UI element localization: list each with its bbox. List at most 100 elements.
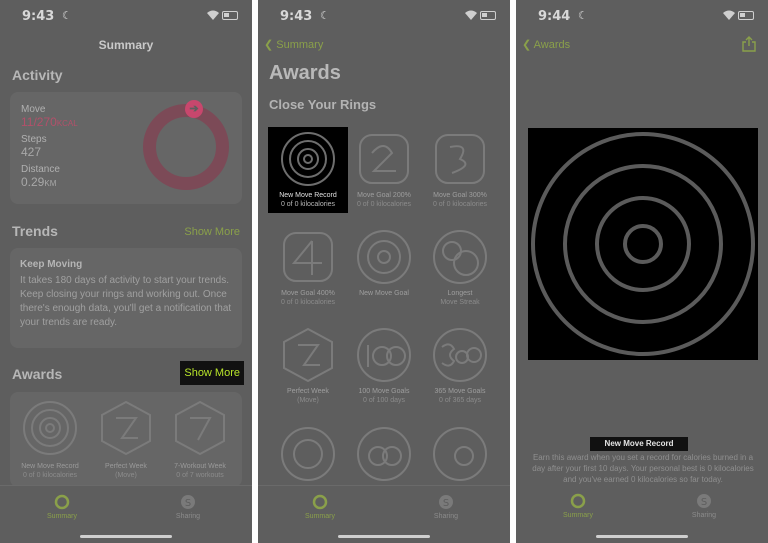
tab-sharing[interactable]: S Sharing <box>674 493 734 519</box>
tab-summary[interactable]: Summary <box>290 494 350 520</box>
status-time: 9:43 <box>280 9 313 24</box>
back-button[interactable]: ❮ Summary <box>264 38 323 51</box>
sharing-icon: S <box>439 495 453 509</box>
summary-screen: 9:43 ☾ Summary Activity Move 11/270KCAL … <box>0 0 252 543</box>
award-detail-screen: 9:44 ☾ ❮ Awards New Move Record Earn thi… <box>516 0 768 543</box>
award-caption: New Move Goal <box>359 290 409 297</box>
badge-caption: Perfect Week (Move) <box>105 463 147 479</box>
tab-bar: Summary S Sharing <box>0 485 252 543</box>
battery-icon <box>480 11 496 20</box>
chevron-left-icon: ❮ <box>264 39 274 51</box>
wifi-icon <box>207 10 219 20</box>
trends-card: Keep Moving It takes 180 days of activit… <box>10 248 242 348</box>
award-move-goal-400[interactable]: Move Goal 400% 0 of 0 kilocalories <box>268 225 348 311</box>
move-label: Move <box>21 104 46 115</box>
award-move-goal-300[interactable]: Move Goal 300% 0 of 0 kilocalories <box>420 127 500 213</box>
nav-title: Summary <box>98 38 154 52</box>
status-bar: 9:43 ☾ <box>258 0 510 34</box>
svg-text:S: S <box>443 498 449 509</box>
new-move-record-badge-icon <box>281 132 335 186</box>
move-goal-200-badge-icon <box>359 134 409 184</box>
award-title: New Move Record <box>590 437 688 451</box>
100-move-goals-badge-icon <box>357 328 411 382</box>
tab-summary[interactable]: Summary <box>32 494 92 520</box>
battery-icon <box>222 11 238 20</box>
battery-icon <box>738 11 754 20</box>
badge-caption: 7-Workout Week 0 of 7 workouts <box>174 463 226 479</box>
status-bar: 9:44 ☾ <box>516 0 768 34</box>
awards-screen: 9:43 ☾ ❮ Summary Awards Close Your Rings… <box>258 0 510 543</box>
tab-bar: Summary S Sharing <box>516 485 768 543</box>
award-new-move-goal[interactable]: New Move Goal <box>344 225 424 311</box>
activity-card[interactable]: Move 11/270KCAL Steps 427 Distance 0.29K… <box>10 92 242 204</box>
status-time: 9:43 <box>22 9 55 24</box>
moon-icon: ☾ <box>578 10 588 22</box>
award-100-move-goals[interactable]: 100 Move Goals 0 of 100 days <box>344 323 424 409</box>
award-caption: Move Goal 400% 0 of 0 kilocalories <box>280 290 336 306</box>
badge-caption: New Move Record 0 of 0 kilocalories <box>21 463 79 479</box>
tab-sharing[interactable]: S Sharing <box>158 494 218 520</box>
award-caption: 100 Move Goals 0 of 100 days <box>358 388 410 404</box>
award-365-move-goals[interactable]: 365 Move Goals 0 of 365 days <box>420 323 500 409</box>
trends-show-more-link[interactable]: Show More <box>184 226 240 238</box>
awards-heading: Awards <box>12 366 63 382</box>
chevron-left-icon: ❮ <box>522 39 532 51</box>
rings-icon <box>54 494 70 510</box>
svg-text:S: S <box>701 497 707 508</box>
trends-card-title: Keep Moving <box>20 259 83 270</box>
365-move-goals-badge-icon <box>433 328 487 382</box>
new-move-record-badge-icon <box>23 401 77 455</box>
distance-label: Distance <box>21 164 60 175</box>
share-icon[interactable] <box>742 36 756 52</box>
trends-heading: Trends <box>12 223 58 239</box>
award-badge-large <box>528 128 758 360</box>
award-perfect-week-move[interactable]: Perfect Week (Move) <box>268 323 348 409</box>
move-value: 11/270KCAL <box>21 115 78 129</box>
activity-heading: Activity <box>12 67 63 83</box>
award-description: Earn this award when you set a record fo… <box>532 453 754 484</box>
awards-card[interactable]: New Move Record 0 of 0 kilocalories Perfe… <box>10 392 242 487</box>
move-ring <box>143 104 229 190</box>
award-new-move-record[interactable]: New Move Record 0 of 0 kilocalories <box>268 127 348 213</box>
tab-sharing[interactable]: S Sharing <box>416 494 476 520</box>
move-goal-300-badge-icon <box>435 134 485 184</box>
svg-text:S: S <box>185 498 191 509</box>
moon-icon: ☾ <box>62 10 72 22</box>
wifi-icon <box>723 10 735 20</box>
perfect-week-badge-icon <box>101 400 151 456</box>
workout-week-badge-icon <box>175 400 225 456</box>
status-bar: 9:43 ☾ <box>0 0 252 34</box>
steps-label: Steps <box>21 134 47 145</box>
award-badge-icon <box>433 427 487 481</box>
rings-icon <box>570 493 586 509</box>
home-indicator <box>338 535 430 538</box>
new-move-record-badge-icon <box>531 132 755 356</box>
section-title: Close Your Rings <box>269 97 377 112</box>
tab-summary[interactable]: Summary <box>548 493 608 519</box>
tab-bar: Summary S Sharing <box>258 485 510 543</box>
move-goal-400-badge-icon <box>283 232 333 282</box>
award-move-goal-200[interactable]: Move Goal 200% 0 of 0 kilocalories <box>344 127 424 213</box>
status-time: 9:44 <box>538 9 571 24</box>
award-caption: Move Goal 300% 0 of 0 kilocalories <box>432 192 488 208</box>
award-badge-icon <box>357 427 411 481</box>
awards-show-more-link[interactable]: Show More <box>180 361 244 385</box>
trends-card-body: It takes 180 days of activity to start y… <box>20 275 232 328</box>
arrow-right-icon: ➔ <box>185 100 203 118</box>
home-indicator <box>80 535 172 538</box>
sharing-icon: S <box>697 494 711 508</box>
award-caption: New Move Record 0 of 0 kilocalories <box>279 192 337 208</box>
rings-icon <box>312 494 328 510</box>
sharing-icon: S <box>181 495 195 509</box>
steps-value: 427 <box>21 145 42 159</box>
award-caption: Move Goal 200% 0 of 0 kilocalories <box>356 192 412 208</box>
award-caption: Longest Move Streak <box>440 290 480 306</box>
award-badge-icon <box>281 427 335 481</box>
new-move-goal-badge-icon <box>357 230 411 284</box>
perfect-week-badge-icon <box>283 327 333 383</box>
award-longest-move-streak[interactable]: Longest Move Streak <box>420 225 500 311</box>
home-indicator <box>596 535 688 538</box>
wifi-icon <box>465 10 477 20</box>
longest-move-streak-badge-icon <box>433 230 487 284</box>
back-button[interactable]: ❮ Awards <box>522 38 570 51</box>
